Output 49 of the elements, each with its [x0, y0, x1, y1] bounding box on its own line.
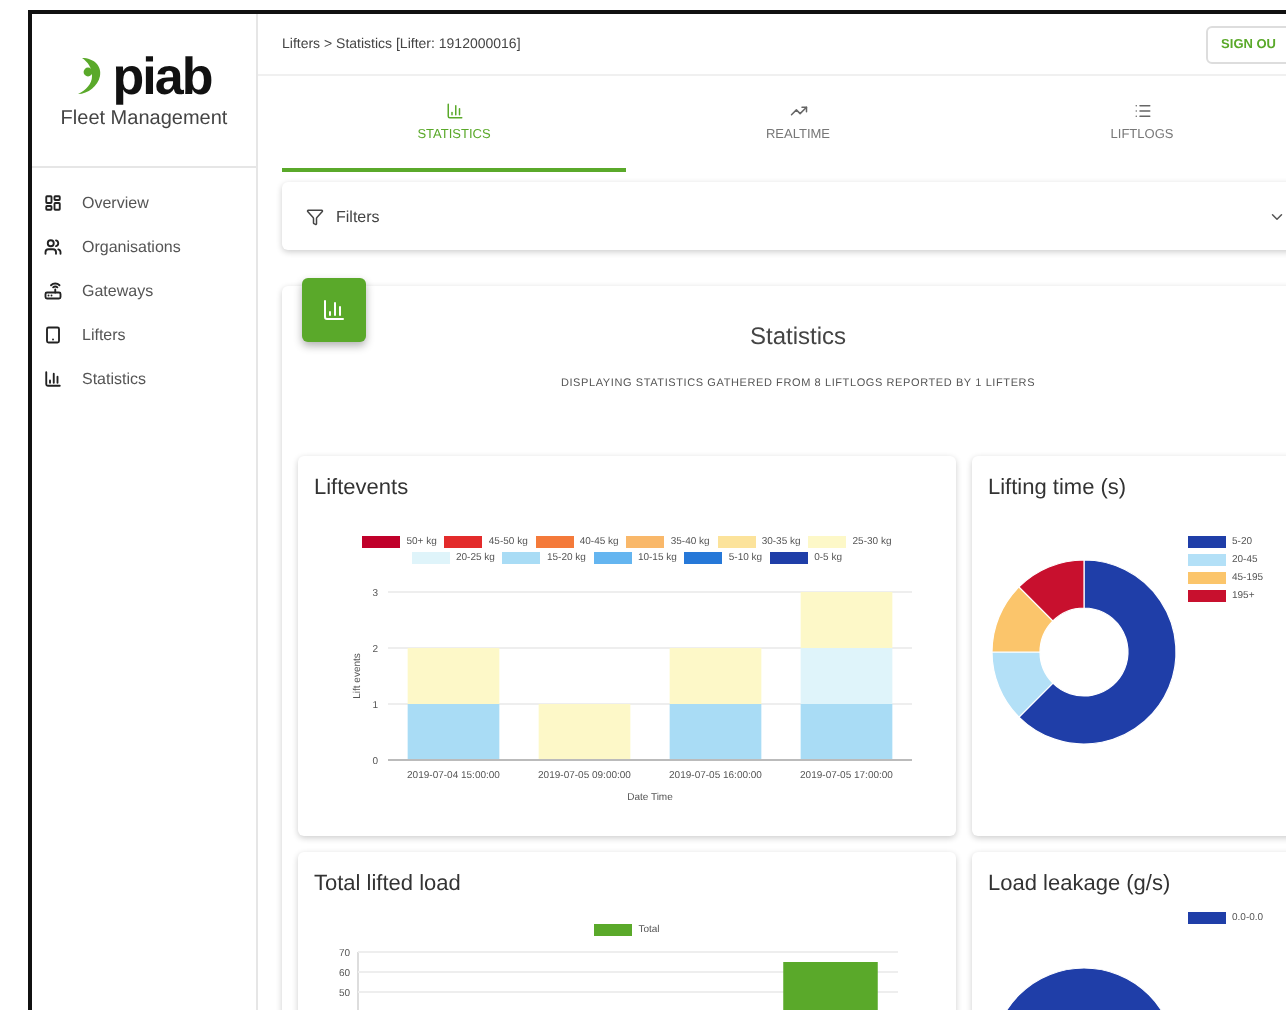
legend-swatch [1188, 572, 1226, 584]
bar [799, 704, 892, 760]
legend-swatch [502, 552, 541, 564]
sidebar-item[interactable]: Lifters [32, 312, 256, 356]
legend-swatch [770, 552, 809, 564]
legend-swatch [626, 536, 665, 548]
bar [406, 648, 499, 704]
sidebar-item[interactable]: Gateways [32, 268, 256, 312]
sidebar-item[interactable]: Organisations [32, 224, 256, 268]
brand-name: piab [112, 50, 212, 102]
router-icon [44, 281, 62, 299]
legend-swatch [535, 536, 574, 548]
brand-subtitle: Fleet Management [60, 108, 228, 130]
legend-swatch [594, 924, 633, 936]
bar [668, 704, 761, 760]
bar [799, 648, 892, 704]
legend-swatch [593, 552, 632, 564]
bar-chart-icon [445, 102, 463, 120]
trend-line-icon [789, 102, 807, 120]
chart-title: Lifting time (s) [988, 476, 1129, 500]
bar [668, 648, 761, 704]
legend-swatch [412, 552, 450, 564]
bar-chart-icon [44, 369, 62, 387]
bar [799, 592, 892, 648]
bar [406, 704, 499, 760]
chart-title: Load leakage (g/s) [988, 872, 1173, 896]
sidebar-item[interactable]: Statistics [32, 356, 256, 400]
legend-swatch [362, 536, 401, 548]
chart-title: Liftevents [314, 476, 411, 500]
legend-swatch [808, 536, 847, 548]
legend-swatch [717, 536, 756, 548]
filter-icon [306, 207, 324, 225]
legend-swatch [1188, 536, 1226, 548]
legend-swatch [1188, 554, 1226, 566]
filters-toggle[interactable]: Filters [306, 207, 380, 225]
legend-swatch [1188, 912, 1226, 924]
bar [537, 704, 630, 760]
sidebar-item[interactable]: Overview [32, 180, 256, 224]
bar [783, 962, 878, 1010]
people-icon [44, 237, 62, 255]
axis-line [357, 951, 359, 1010]
chart-title: Total lifted load [314, 872, 463, 896]
dashboard-icon [44, 193, 62, 211]
legend-swatch [1188, 590, 1226, 602]
legend-swatch [444, 536, 483, 548]
legend-swatch [684, 552, 723, 564]
section-title: Statistics [747, 322, 848, 350]
device-icon [44, 325, 62, 343]
list-icon [1133, 102, 1151, 120]
